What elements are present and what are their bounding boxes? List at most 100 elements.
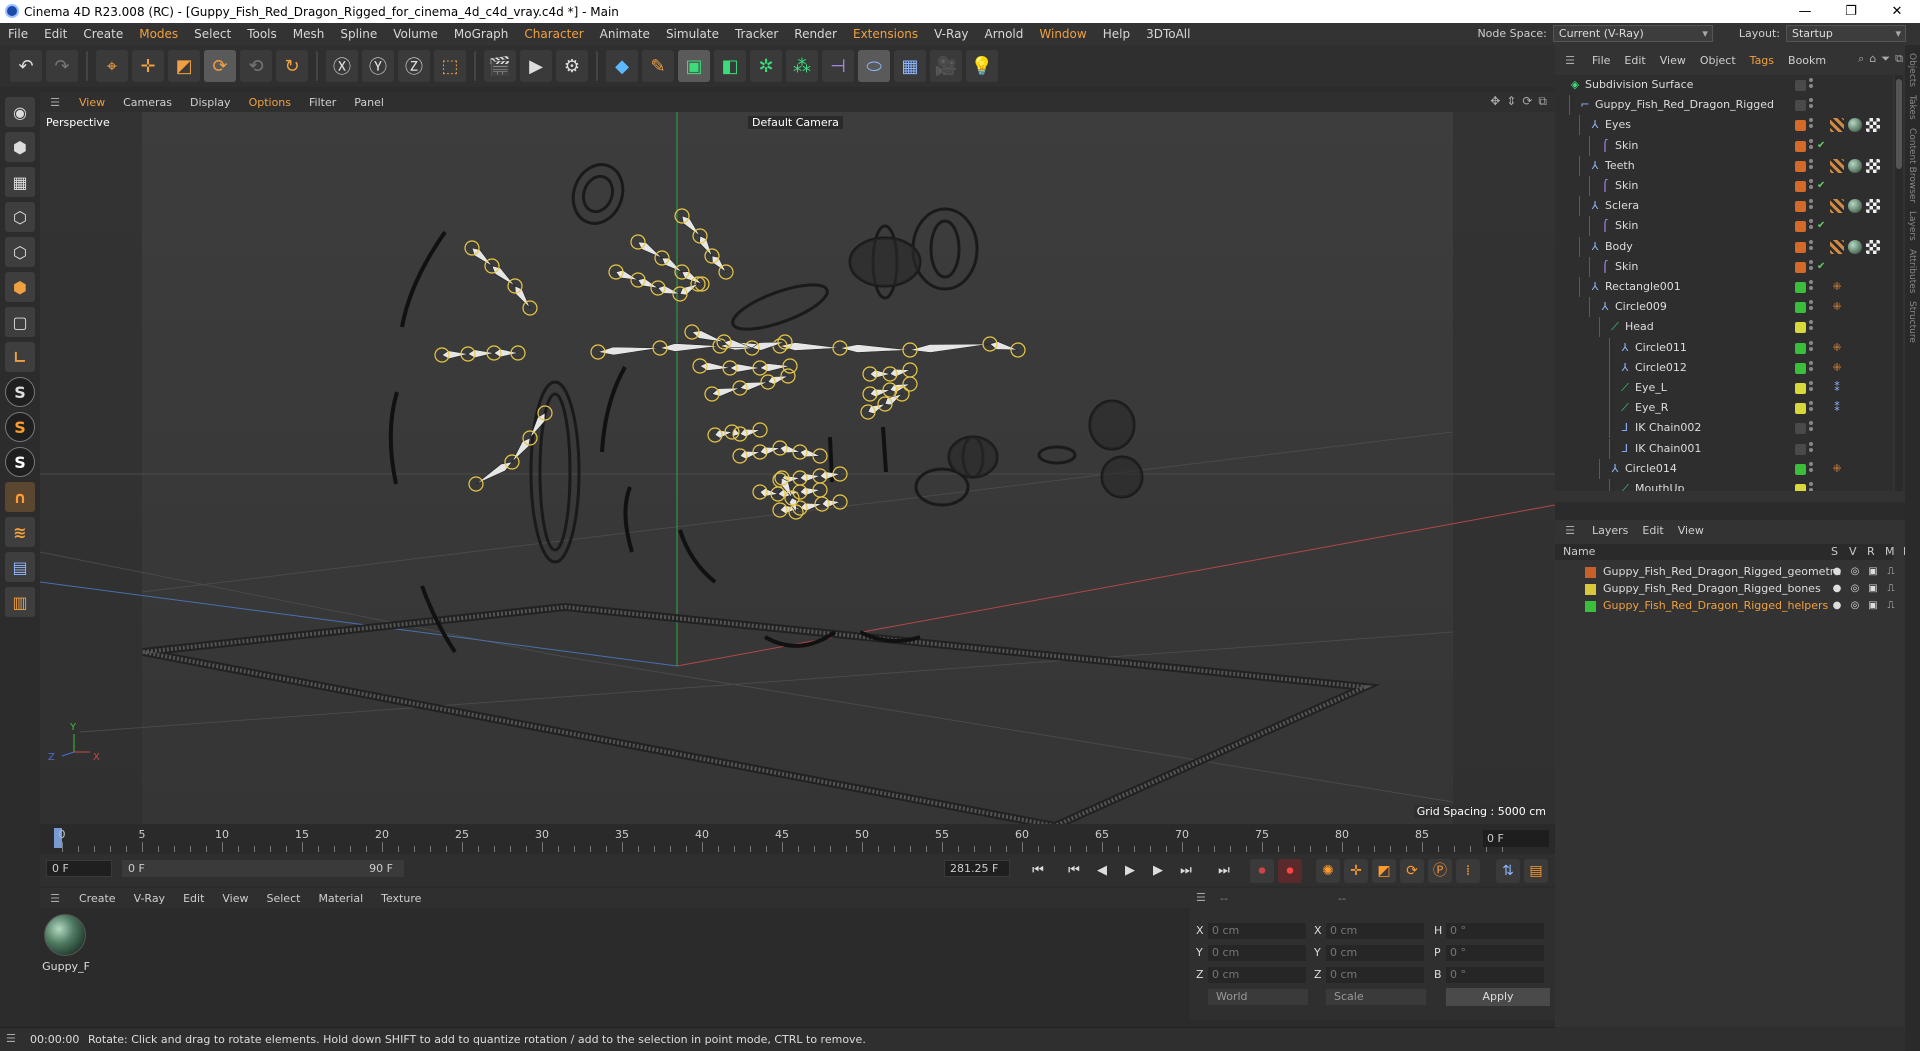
- solo-dot-icon[interactable]: ●: [1831, 566, 1843, 578]
- texture-tag-icon[interactable]: [1830, 199, 1844, 214]
- object-row[interactable]: ⅃ IK Chain001: [1555, 438, 1893, 459]
- visibility-dots-icon[interactable]: [1809, 78, 1813, 92]
- sculpt-grid-icon[interactable]: ▥: [5, 587, 35, 617]
- model-mode-icon[interactable]: ⬢: [5, 132, 35, 162]
- menu-volume[interactable]: Volume: [385, 27, 446, 41]
- menu-window[interactable]: Window: [1031, 27, 1094, 41]
- checker-tag-icon[interactable]: [1866, 158, 1880, 173]
- solo-dot-icon[interactable]: ●: [1831, 600, 1843, 612]
- layer-color-swatch[interactable]: [1795, 423, 1806, 435]
- texture-tag-icon[interactable]: [1830, 239, 1844, 254]
- object-row[interactable]: ⌠ Skin ✔: [1555, 256, 1893, 277]
- render-icon[interactable]: ▣: [1867, 583, 1879, 595]
- layer-color-swatch[interactable]: [1795, 100, 1806, 112]
- material-menu-material[interactable]: Material: [309, 892, 372, 905]
- timeline-ruler[interactable]: 051015202530354045505560657075808590 0 F: [40, 824, 1555, 854]
- visibility-dots-icon[interactable]: [1809, 158, 1813, 173]
- layer-color-swatch[interactable]: [1795, 80, 1806, 91]
- key-rotation-icon[interactable]: ⟳: [1400, 859, 1424, 883]
- visibility-dots-icon[interactable]: [1809, 340, 1813, 355]
- layer-color-swatch[interactable]: [1585, 601, 1596, 612]
- coordinates-menu-icon[interactable]: ☰: [1196, 891, 1206, 904]
- minimize-button[interactable]: —: [1782, 0, 1828, 23]
- key-point-level-icon[interactable]: ⁞: [1456, 859, 1480, 883]
- material-preview[interactable]: [44, 914, 86, 956]
- redo-icon[interactable]: ↷: [46, 50, 78, 82]
- layer-row[interactable]: Guppy_Fish_Red_Dragon_Rigged_geometru ● ◎ ▣…: [1555, 564, 1913, 581]
- scale-tool-icon[interactable]: ◩: [168, 50, 200, 82]
- enabled-check-icon[interactable]: ✔: [1817, 216, 1825, 236]
- layer-color-swatch[interactable]: [1795, 484, 1806, 491]
- snap-icon[interactable]: S: [5, 377, 35, 407]
- texture-mode-icon[interactable]: ▦: [5, 167, 35, 197]
- checker-tag-icon[interactable]: [1866, 118, 1880, 133]
- floor-icon[interactable]: ▦: [894, 50, 926, 82]
- uv-mode-icon[interactable]: ▢: [5, 307, 35, 337]
- object-row[interactable]: ⅄ Circle009 ⁜: [1555, 297, 1893, 318]
- pos-y-field[interactable]: 0 cm: [1208, 945, 1306, 961]
- record-keys-icon[interactable]: ⏺: [1250, 859, 1274, 883]
- object-row[interactable]: ⅄ Body: [1555, 236, 1893, 257]
- menu-v-ray[interactable]: V-Ray: [926, 27, 976, 41]
- object-row[interactable]: ⅄ Teeth: [1555, 155, 1893, 176]
- visible-eye-icon[interactable]: ◎: [1849, 600, 1861, 612]
- apply-button[interactable]: Apply: [1446, 988, 1550, 1006]
- layer-color-swatch[interactable]: [1585, 584, 1596, 595]
- render-settings-icon[interactable]: ⚙: [556, 50, 588, 82]
- workplane-icon[interactable]: ≋: [5, 517, 35, 547]
- point-mode-icon[interactable]: ⬡: [5, 202, 35, 232]
- viewport-menu-view[interactable]: View: [70, 96, 114, 109]
- key-parameter-icon[interactable]: Ⓟ: [1428, 859, 1452, 883]
- layer-color-swatch[interactable]: [1795, 282, 1806, 293]
- object-row[interactable]: ⟋ Eye_R ⁑: [1555, 398, 1893, 419]
- go-to-end-icon[interactable]: ⏭: [1212, 860, 1236, 882]
- edge-mode-icon[interactable]: ⬡: [5, 237, 35, 267]
- constraint-tag-icon[interactable]: ⁜: [1830, 280, 1844, 294]
- object-row[interactable]: ⌠ Skin ✔: [1555, 135, 1893, 156]
- viewport-menu-icon[interactable]: ☰: [40, 96, 70, 109]
- ball-tag-icon[interactable]: [1848, 199, 1862, 214]
- visibility-dots-icon[interactable]: [1809, 138, 1813, 153]
- visibility-dots-icon[interactable]: [1809, 401, 1813, 415]
- object-menu-view[interactable]: View: [1653, 54, 1693, 67]
- visible-eye-icon[interactable]: ◎: [1849, 566, 1861, 578]
- next-key-icon[interactable]: ⏭: [1174, 860, 1198, 882]
- layer-color-swatch[interactable]: [1795, 463, 1806, 475]
- object-menu-icon[interactable]: ☰: [1555, 54, 1585, 67]
- key-scale-icon[interactable]: ◩: [1372, 859, 1396, 883]
- next-frame-icon[interactable]: ▶: [1146, 860, 1170, 882]
- object-menu-file[interactable]: File: [1585, 54, 1617, 67]
- material-menu-select[interactable]: Select: [258, 892, 310, 905]
- manager-icon[interactable]: ⎍: [1885, 600, 1897, 612]
- pos-x-field[interactable]: 0 cm: [1208, 923, 1306, 939]
- manager-icon[interactable]: ⎍: [1885, 566, 1897, 578]
- layout-select[interactable]: Startup: [1786, 25, 1906, 42]
- maximize-view-icon[interactable]: ⧉: [1538, 94, 1547, 109]
- size-mode-select[interactable]: Scale: [1326, 989, 1426, 1005]
- home-icon[interactable]: ⌂: [1869, 52, 1876, 66]
- size-x-field[interactable]: 0 cm: [1326, 923, 1424, 939]
- texture-tag-icon[interactable]: [1830, 118, 1844, 133]
- side-tab-layers[interactable]: Layers: [1907, 211, 1917, 241]
- side-tab-takes[interactable]: Takes: [1907, 95, 1917, 120]
- perspective-viewport[interactable]: Y Z X Perspective Default Camera Grid Sp…: [40, 112, 1555, 824]
- key-position-icon[interactable]: ✛: [1344, 859, 1368, 883]
- light-icon[interactable]: 💡: [966, 50, 998, 82]
- make-editable-icon[interactable]: ◉: [5, 97, 35, 127]
- constraint-tag-icon[interactable]: ⁜: [1830, 341, 1844, 355]
- material-menu-view[interactable]: View: [213, 892, 257, 905]
- menu-file[interactable]: File: [0, 27, 36, 41]
- menu-tracker[interactable]: Tracker: [727, 27, 786, 41]
- camera-icon[interactable]: 🎥: [930, 50, 962, 82]
- pan-icon[interactable]: ✥: [1490, 94, 1500, 109]
- viewport-menu-display[interactable]: Display: [181, 96, 240, 109]
- visibility-dots-icon[interactable]: [1809, 259, 1813, 274]
- object-menu-bookm[interactable]: Bookm: [1781, 54, 1833, 67]
- visibility-dots-icon[interactable]: [1809, 98, 1813, 112]
- visibility-dots-icon[interactable]: [1809, 381, 1813, 395]
- rot-h-field[interactable]: 0 °: [1446, 923, 1544, 939]
- pos-z-field[interactable]: 0 cm: [1208, 967, 1306, 983]
- layer-color-swatch[interactable]: [1795, 181, 1806, 192]
- object-row[interactable]: ⅄ Circle011 ⁜: [1555, 337, 1893, 358]
- rotate-tool-icon[interactable]: ⟳: [204, 50, 236, 82]
